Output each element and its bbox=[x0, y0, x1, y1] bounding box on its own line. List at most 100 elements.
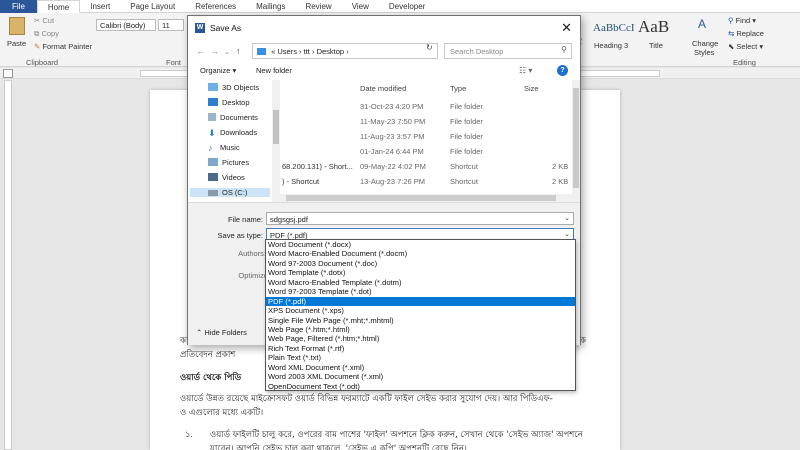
picture-icon bbox=[208, 158, 218, 166]
nav-desktop[interactable]: Desktop bbox=[208, 98, 250, 107]
hscroll-thumb[interactable] bbox=[286, 195, 556, 201]
tab-file[interactable]: File bbox=[0, 0, 37, 13]
doc-heading: ওয়ার্ড থেকে পিডি bbox=[180, 373, 242, 383]
select-button[interactable]: ⬉ Select ▾ bbox=[728, 42, 763, 51]
save-type-option[interactable]: Web Page (*.htm;*.html) bbox=[266, 325, 575, 334]
replace-icon: ⇆ bbox=[728, 29, 735, 38]
tab-view[interactable]: View bbox=[342, 0, 379, 13]
style-heading3-label: Heading 3 bbox=[594, 41, 629, 50]
style-title-sample[interactable]: AaB bbox=[638, 17, 669, 37]
nav-music[interactable]: ♪ Music bbox=[208, 143, 240, 153]
save-type-option[interactable]: PDF (*.pdf) bbox=[266, 296, 575, 307]
file-scroll-thumb[interactable] bbox=[573, 88, 579, 188]
nav-3d-objects[interactable]: 3D Objects bbox=[208, 83, 259, 92]
tab-selector[interactable] bbox=[3, 69, 13, 78]
file-name-value: sdgsgsj.pdf bbox=[270, 215, 308, 224]
column-type[interactable]: Type bbox=[450, 84, 466, 93]
nav-os-c[interactable]: OS (C:) bbox=[190, 188, 270, 197]
find-button[interactable]: ⚲ Find ▾ bbox=[728, 16, 756, 25]
close-icon[interactable]: ✕ bbox=[561, 20, 572, 36]
hide-folders-button[interactable]: ⌃ Hide Folders bbox=[196, 328, 247, 337]
horizontal-scrollbar[interactable] bbox=[280, 194, 572, 202]
recent-chevron-icon[interactable]: ⌄ bbox=[224, 48, 230, 56]
save-type-option[interactable]: Word 2003 XML Document (*.xml) bbox=[266, 372, 575, 381]
up-arrow-icon[interactable]: ↑ bbox=[236, 46, 241, 56]
save-type-label: Save as type: bbox=[217, 231, 263, 240]
tab-page-layout[interactable]: Page Layout bbox=[120, 0, 185, 13]
save-type-option[interactable]: Word Macro-Enabled Template (*.dotm) bbox=[266, 278, 575, 287]
file-list-scrollbar[interactable] bbox=[572, 80, 580, 202]
nav-documents[interactable]: Documents bbox=[208, 113, 258, 122]
chevron-down-icon[interactable]: ⌄ bbox=[564, 214, 570, 222]
brush-icon: ✎ bbox=[34, 42, 41, 51]
search-input[interactable]: Search Desktop ⚲ bbox=[444, 43, 572, 59]
save-type-option[interactable]: Rich Text Format (*.rtf) bbox=[266, 344, 575, 353]
font-size-box[interactable]: 11 bbox=[158, 19, 184, 31]
new-folder-button[interactable]: New folder bbox=[256, 66, 292, 75]
refresh-icon[interactable]: ↻ bbox=[426, 43, 433, 52]
save-type-option[interactable]: Word Document (*.docx) bbox=[266, 240, 575, 249]
font-group-label: Font bbox=[166, 58, 182, 67]
chevron-icon: › bbox=[346, 47, 349, 56]
breadcrumb-users[interactable]: Users bbox=[277, 47, 297, 56]
change-styles-label-1[interactable]: Change bbox=[692, 39, 718, 48]
format-painter-button[interactable]: ✎ Format Painter bbox=[34, 42, 92, 51]
nav-scrollbar[interactable] bbox=[272, 80, 280, 202]
style-heading3-sample[interactable]: AaBbCcI bbox=[593, 22, 635, 34]
nav-scroll-thumb[interactable] bbox=[273, 110, 279, 144]
column-date[interactable]: Date modified bbox=[360, 84, 406, 93]
help-icon[interactable]: ? bbox=[557, 65, 568, 76]
change-styles-label-2[interactable]: Styles bbox=[694, 48, 714, 57]
save-type-option[interactable]: Word Template (*.dotx) bbox=[266, 268, 575, 277]
change-styles-icon[interactable]: A bbox=[698, 17, 706, 31]
save-type-option[interactable]: Single File Web Page (*.mht;*.mhtml) bbox=[266, 316, 575, 325]
address-bar[interactable]: « Users › ttt › Desktop › bbox=[252, 43, 438, 59]
nav-downloads[interactable]: ⬇ Downloads bbox=[208, 128, 257, 139]
tab-developer[interactable]: Developer bbox=[379, 0, 435, 13]
tab-insert[interactable]: Insert bbox=[80, 0, 120, 13]
save-type-option[interactable]: Web Page, Filtered (*.htm;*.html) bbox=[266, 334, 575, 343]
vertical-ruler bbox=[4, 80, 12, 450]
file-row[interactable]: 11-Aug-23 3:57 PM File folder bbox=[280, 130, 572, 144]
tab-home[interactable]: Home bbox=[36, 0, 81, 13]
doc-list-number: ১. bbox=[185, 429, 193, 439]
replace-button[interactable]: ⇆ Replace bbox=[728, 29, 764, 38]
save-type-option[interactable]: Word 97-2003 Document (*.doc) bbox=[266, 259, 575, 268]
nav-videos[interactable]: Videos bbox=[208, 173, 245, 182]
cut-button[interactable]: ✂ Cut bbox=[34, 16, 54, 25]
tab-mailings[interactable]: Mailings bbox=[246, 0, 295, 13]
tab-review[interactable]: Review bbox=[295, 0, 341, 13]
breadcrumb-desktop[interactable]: Desktop bbox=[317, 47, 345, 56]
column-size[interactable]: Size bbox=[524, 84, 539, 93]
copy-button[interactable]: ⧉ Copy bbox=[34, 29, 59, 39]
dialog-title: Save As bbox=[210, 23, 242, 33]
dialog-title-bar: W Save As ✕ bbox=[188, 16, 580, 40]
forward-arrow-icon[interactable]: → bbox=[210, 46, 219, 56]
download-icon: ⬇ bbox=[208, 128, 216, 138]
back-arrow-icon[interactable]: ← bbox=[196, 46, 205, 56]
font-name-box[interactable]: Calibri (Body) bbox=[96, 19, 156, 31]
file-row[interactable]: ) - Shortcut 13-Aug-23 7:26 PM Shortcut 2 K… bbox=[280, 175, 572, 189]
save-type-option[interactable]: Word XML Document (*.xml) bbox=[266, 363, 575, 372]
save-type-option[interactable]: XPS Document (*.xps) bbox=[266, 306, 575, 315]
view-options-icon[interactable]: ☷ ▾ bbox=[519, 66, 532, 75]
file-name-input[interactable]: sdgsgsj.pdf ⌄ bbox=[266, 212, 574, 225]
chevron-icon: « bbox=[271, 47, 276, 56]
save-type-option[interactable]: Plain Text (*.txt) bbox=[266, 353, 575, 362]
tab-references[interactable]: References bbox=[185, 0, 246, 13]
file-row[interactable]: 11-May-23 7:50 PM File folder bbox=[280, 115, 572, 129]
paste-button[interactable]: Paste bbox=[7, 39, 26, 48]
navigation-pane: 3D Objects Desktop Documents ⬇ Downloads … bbox=[188, 80, 280, 202]
breadcrumb-ttt[interactable]: ttt bbox=[304, 47, 310, 56]
chevron-down-icon[interactable]: ⌄ bbox=[564, 230, 570, 238]
save-type-option[interactable]: Word 97-2003 Template (*.dot) bbox=[266, 287, 575, 296]
file-row[interactable]: 68.200.131) - Short... 09-May-22 4:02 PM S… bbox=[280, 160, 572, 174]
organize-button[interactable]: Organize ▾ bbox=[200, 66, 236, 75]
save-type-option[interactable]: OpenDocument Text (*.odt) bbox=[266, 382, 575, 391]
paste-icon[interactable] bbox=[9, 17, 25, 35]
file-list: Date modified Type Size 31-Oct-23 4:20 P… bbox=[280, 80, 572, 202]
file-row[interactable]: 31-Oct-23 4:20 PM File folder bbox=[280, 100, 572, 114]
file-row[interactable]: 01-Jan-24 6:44 PM File folder bbox=[280, 145, 572, 159]
nav-pictures[interactable]: Pictures bbox=[208, 158, 249, 167]
save-type-option[interactable]: Word Macro-Enabled Document (*.docm) bbox=[266, 249, 575, 258]
